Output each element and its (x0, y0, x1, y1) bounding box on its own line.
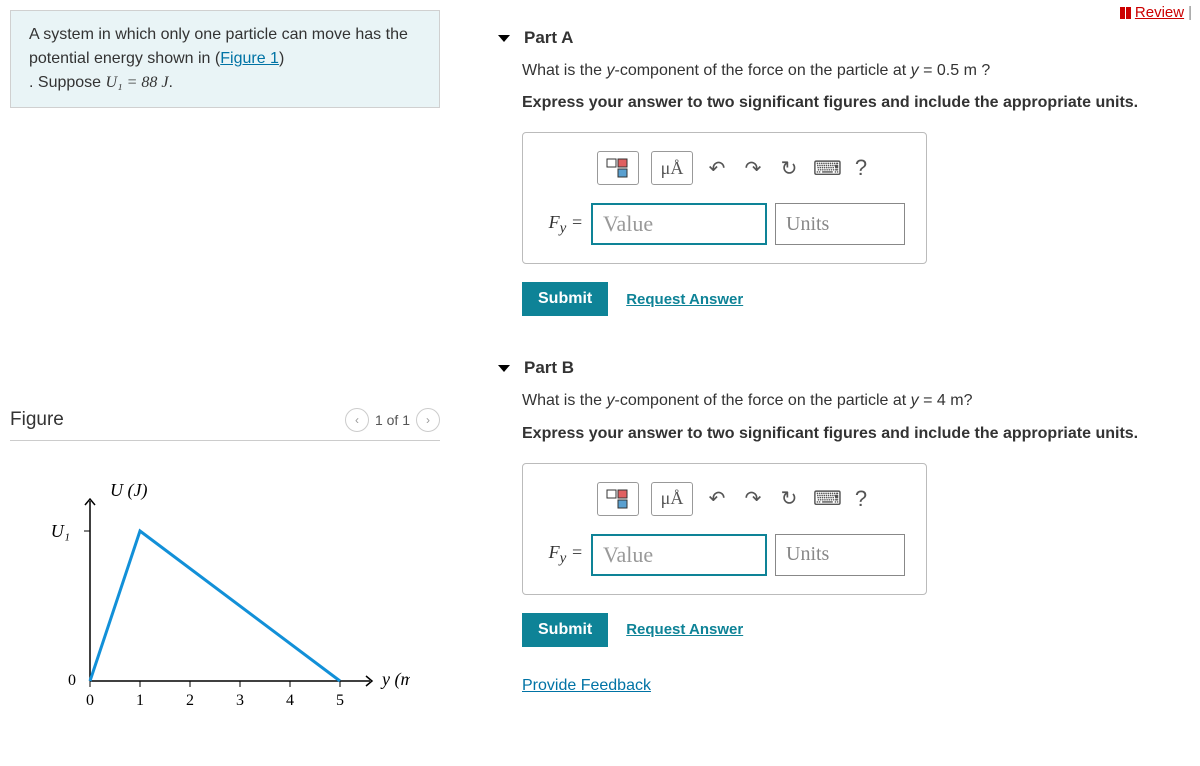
figure-link[interactable]: Figure 1 (220, 50, 279, 67)
reset-icon[interactable]: ↻ (777, 156, 801, 181)
request-answer-link[interactable]: Request Answer (626, 291, 743, 308)
template-button[interactable] (597, 482, 639, 516)
svg-text:y (m): y (m) (380, 669, 410, 690)
figure-title: Figure (10, 409, 64, 431)
figure-next-button[interactable]: › (416, 408, 440, 432)
value-input[interactable]: Value (591, 534, 767, 576)
part-b-header[interactable]: Part B (470, 340, 1190, 390)
units-input[interactable]: Units (775, 534, 905, 576)
part-a-instruction: Express your answer to two significant f… (522, 94, 1190, 112)
svg-text:0: 0 (68, 672, 76, 689)
svg-text:0: 0 (86, 692, 94, 709)
svg-text:4: 4 (286, 692, 294, 709)
figure-prev-button[interactable]: ‹ (345, 408, 369, 432)
fy-label: Fy = (539, 542, 583, 568)
chart-figure: 0 1 2 3 4 5 U₁ 0 U (J) y (m) (10, 481, 440, 725)
part-b-instruction: Express your answer to two significant f… (522, 425, 1190, 443)
svg-text:2: 2 (186, 692, 194, 709)
keyboard-icon[interactable]: ⌨ (813, 486, 837, 511)
part-a-question: What is the y-component of the force on … (522, 60, 1190, 82)
part-b-answer-box: μÅ ↶ ↷ ↻ ⌨ ? Fy = Value Units (522, 463, 927, 595)
part-a-answer-box: μÅ ↶ ↷ ↻ ⌨ ? Fy = Value Units (522, 132, 927, 264)
undo-icon[interactable]: ↶ (705, 156, 729, 181)
problem-statement: A system in which only one particle can … (10, 10, 440, 108)
svg-text:3: 3 (236, 692, 244, 709)
redo-icon[interactable]: ↷ (741, 486, 765, 511)
caret-down-icon (498, 35, 510, 42)
units-input[interactable]: Units (775, 203, 905, 245)
fy-label: Fy = (539, 212, 583, 238)
symbol-button[interactable]: μÅ (651, 482, 693, 516)
value-input[interactable]: Value (591, 203, 767, 245)
u1-value: U₁ = 88 J (106, 74, 169, 91)
svg-text:1: 1 (136, 692, 144, 709)
help-icon[interactable]: ? (849, 155, 873, 181)
reset-icon[interactable]: ↻ (777, 486, 801, 511)
part-a-header[interactable]: Part A (470, 10, 1190, 60)
redo-icon[interactable]: ↷ (741, 156, 765, 181)
submit-button[interactable]: Submit (522, 282, 608, 316)
part-b-question: What is the y-component of the force on … (522, 390, 1190, 412)
undo-icon[interactable]: ↶ (705, 486, 729, 511)
help-icon[interactable]: ? (849, 486, 873, 512)
svg-text:5: 5 (336, 692, 344, 709)
svg-text:U (J): U (J) (110, 481, 147, 501)
caret-down-icon (498, 365, 510, 372)
submit-button[interactable]: Submit (522, 613, 608, 647)
problem-text-1: A system in which only one particle can … (29, 26, 408, 67)
keyboard-icon[interactable]: ⌨ (813, 156, 837, 181)
symbol-button[interactable]: μÅ (651, 151, 693, 185)
provide-feedback-link[interactable]: Provide Feedback (522, 677, 651, 695)
figure-counter: 1 of 1 (375, 412, 410, 428)
template-button[interactable] (597, 151, 639, 185)
svg-text:U₁: U₁ (51, 521, 70, 541)
request-answer-link[interactable]: Request Answer (626, 621, 743, 638)
